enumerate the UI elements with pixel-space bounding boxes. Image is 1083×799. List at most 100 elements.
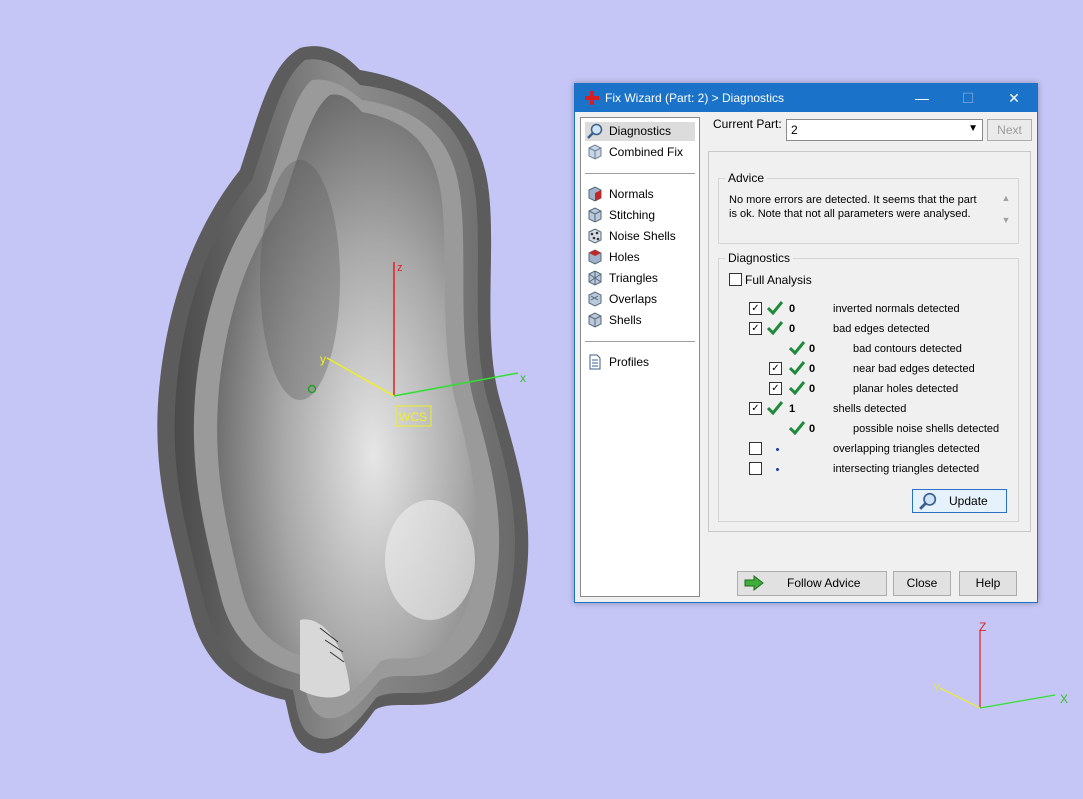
advice-scrollbar[interactable]: ▲ ▼ — [1000, 193, 1012, 229]
follow-advice-button[interactable]: Follow Advice — [737, 571, 887, 596]
diag-row-label: possible noise shells detected — [853, 423, 1000, 435]
nav-label: Overlaps — [609, 292, 658, 306]
shells-cube-icon — [588, 312, 602, 328]
y-axis-label: y — [320, 352, 326, 366]
next-button[interactable]: Next — [987, 119, 1032, 141]
diag-row-value: 0 — [789, 303, 796, 315]
diag-row-checkbox[interactable] — [749, 462, 762, 475]
diag-row-checkbox[interactable]: ✓ — [769, 362, 782, 375]
cube-icon — [588, 144, 602, 160]
mini-x-label: X — [1060, 692, 1068, 706]
x-axis-label: x — [520, 371, 526, 385]
orientation-axes: Z Y X — [933, 620, 1068, 709]
mini-z-label: Z — [979, 620, 986, 634]
diag-row-label: planar holes detected — [853, 383, 959, 395]
nav-label: Combined Fix — [609, 145, 684, 159]
diag-row-label: inverted normals detected — [833, 303, 960, 315]
current-part-label: Current Part: — [713, 117, 782, 131]
wizard-nav: Diagnostics Combined Fix Normals Stitchi… — [580, 117, 700, 597]
nav-item-overlaps[interactable]: Overlaps — [585, 290, 695, 309]
check-mark-icon — [789, 421, 805, 435]
nav-item-stitching[interactable]: Stitching — [585, 206, 695, 225]
stitching-cube-icon — [588, 207, 602, 223]
normals-cube-icon — [588, 186, 602, 202]
holes-cube-icon — [588, 249, 602, 265]
diag-row-checkbox[interactable]: ✓ — [749, 322, 762, 335]
nav-label: Holes — [609, 250, 640, 264]
pending-dot-icon — [776, 448, 779, 451]
nav-item-noise-shells[interactable]: Noise Shells — [585, 227, 695, 246]
nav-label: Noise Shells — [609, 229, 676, 243]
diagnostics-group: Diagnostics Full Analysis ✓ 0 inverted n… — [718, 251, 1019, 522]
nav-item-diagnostics[interactable]: Diagnostics — [585, 122, 695, 141]
diag-row-checkbox[interactable]: ✓ — [749, 302, 762, 315]
nav-item-shells[interactable]: Shells — [585, 311, 695, 330]
diag-row-label: bad contours detected — [853, 343, 962, 355]
diag-row-value: 0 — [809, 383, 816, 395]
nav-item-holes[interactable]: Holes — [585, 248, 695, 267]
part-model[interactable] — [157, 46, 529, 754]
diag-row-label: bad edges detected — [833, 323, 930, 335]
mini-y-label: Y — [933, 681, 941, 695]
nav-divider — [585, 173, 695, 174]
document-icon — [589, 354, 601, 370]
nav-label: Normals — [609, 187, 654, 201]
advice-text: No more errors are detected. It seems th… — [729, 194, 977, 220]
diag-row-value: 1 — [789, 403, 796, 415]
check-mark-icon — [789, 341, 805, 355]
z-axis-label: z — [397, 262, 403, 274]
minimize-button[interactable]: — — [899, 84, 945, 112]
diag-row-checkbox[interactable] — [749, 442, 762, 455]
wcs-label: WCS — [399, 410, 427, 424]
nav-item-triangles[interactable]: Triangles — [585, 269, 695, 288]
nav-item-combined-fix[interactable]: Combined Fix — [585, 143, 695, 162]
current-part-select[interactable]: 2 ▼ — [786, 119, 983, 141]
nav-divider — [585, 341, 695, 342]
diag-row-checkbox[interactable]: ✓ — [749, 402, 762, 415]
fix-wizard-dialog: Fix Wizard (Part: 2) > Diagnostics — ☐ ✕… — [574, 83, 1038, 603]
title-bar[interactable]: Fix Wizard (Part: 2) > Diagnostics — ☐ ✕ — [575, 84, 1037, 112]
red-cross-icon — [585, 91, 599, 105]
advice-title: Advice — [725, 171, 768, 185]
diagnostics-title: Diagnostics — [725, 251, 794, 265]
update-label: Update — [949, 494, 988, 508]
diag-row-value: 0 — [809, 423, 816, 435]
check-mark-icon — [767, 301, 783, 315]
nav-label: Profiles — [609, 355, 650, 369]
help-button[interactable]: Help — [959, 571, 1017, 596]
nav-item-profiles[interactable]: Profiles — [585, 353, 695, 372]
maximize-button[interactable]: ☐ — [945, 84, 991, 112]
noise-shells-icon — [588, 228, 602, 244]
arrow-right-icon — [744, 575, 764, 591]
advice-group: Advice No more errors are detected. It s… — [718, 171, 1019, 244]
diag-row-label: overlapping triangles detected — [833, 443, 980, 455]
full-analysis-label: Full Analysis — [745, 273, 812, 287]
diag-row-label: intersecting triangles detected — [833, 463, 980, 475]
pending-dot-icon — [776, 468, 779, 471]
magnifier-icon — [587, 123, 603, 139]
update-button[interactable]: Update — [912, 489, 1007, 513]
check-mark-icon — [789, 361, 805, 375]
magnifier-icon — [919, 492, 937, 510]
scroll-up-icon[interactable]: ▲ — [1000, 193, 1012, 203]
diag-row-value: 0 — [789, 323, 796, 335]
chevron-down-icon: ▼ — [968, 123, 978, 134]
triangles-cube-icon — [588, 270, 602, 286]
nav-label: Triangles — [609, 271, 658, 285]
diag-row-value: 0 — [809, 343, 816, 355]
close-window-button[interactable]: ✕ — [991, 84, 1037, 112]
close-button[interactable]: Close — [893, 571, 951, 596]
overlaps-cube-icon — [588, 291, 602, 307]
diag-row-label: near bad edges detected — [853, 363, 975, 375]
nav-label: Diagnostics — [609, 124, 672, 138]
nav-item-normals[interactable]: Normals — [585, 185, 695, 204]
check-mark-icon — [789, 381, 805, 395]
window-title: Fix Wizard (Part: 2) > Diagnostics — [605, 91, 785, 105]
diag-row-value: 0 — [809, 363, 816, 375]
check-mark-icon — [767, 321, 783, 335]
nav-label: Stitching — [609, 208, 656, 222]
full-analysis-checkbox[interactable] — [729, 273, 742, 286]
scroll-down-icon[interactable]: ▼ — [1000, 215, 1012, 225]
diag-row-checkbox[interactable]: ✓ — [769, 382, 782, 395]
current-part-value: 2 — [791, 123, 798, 137]
